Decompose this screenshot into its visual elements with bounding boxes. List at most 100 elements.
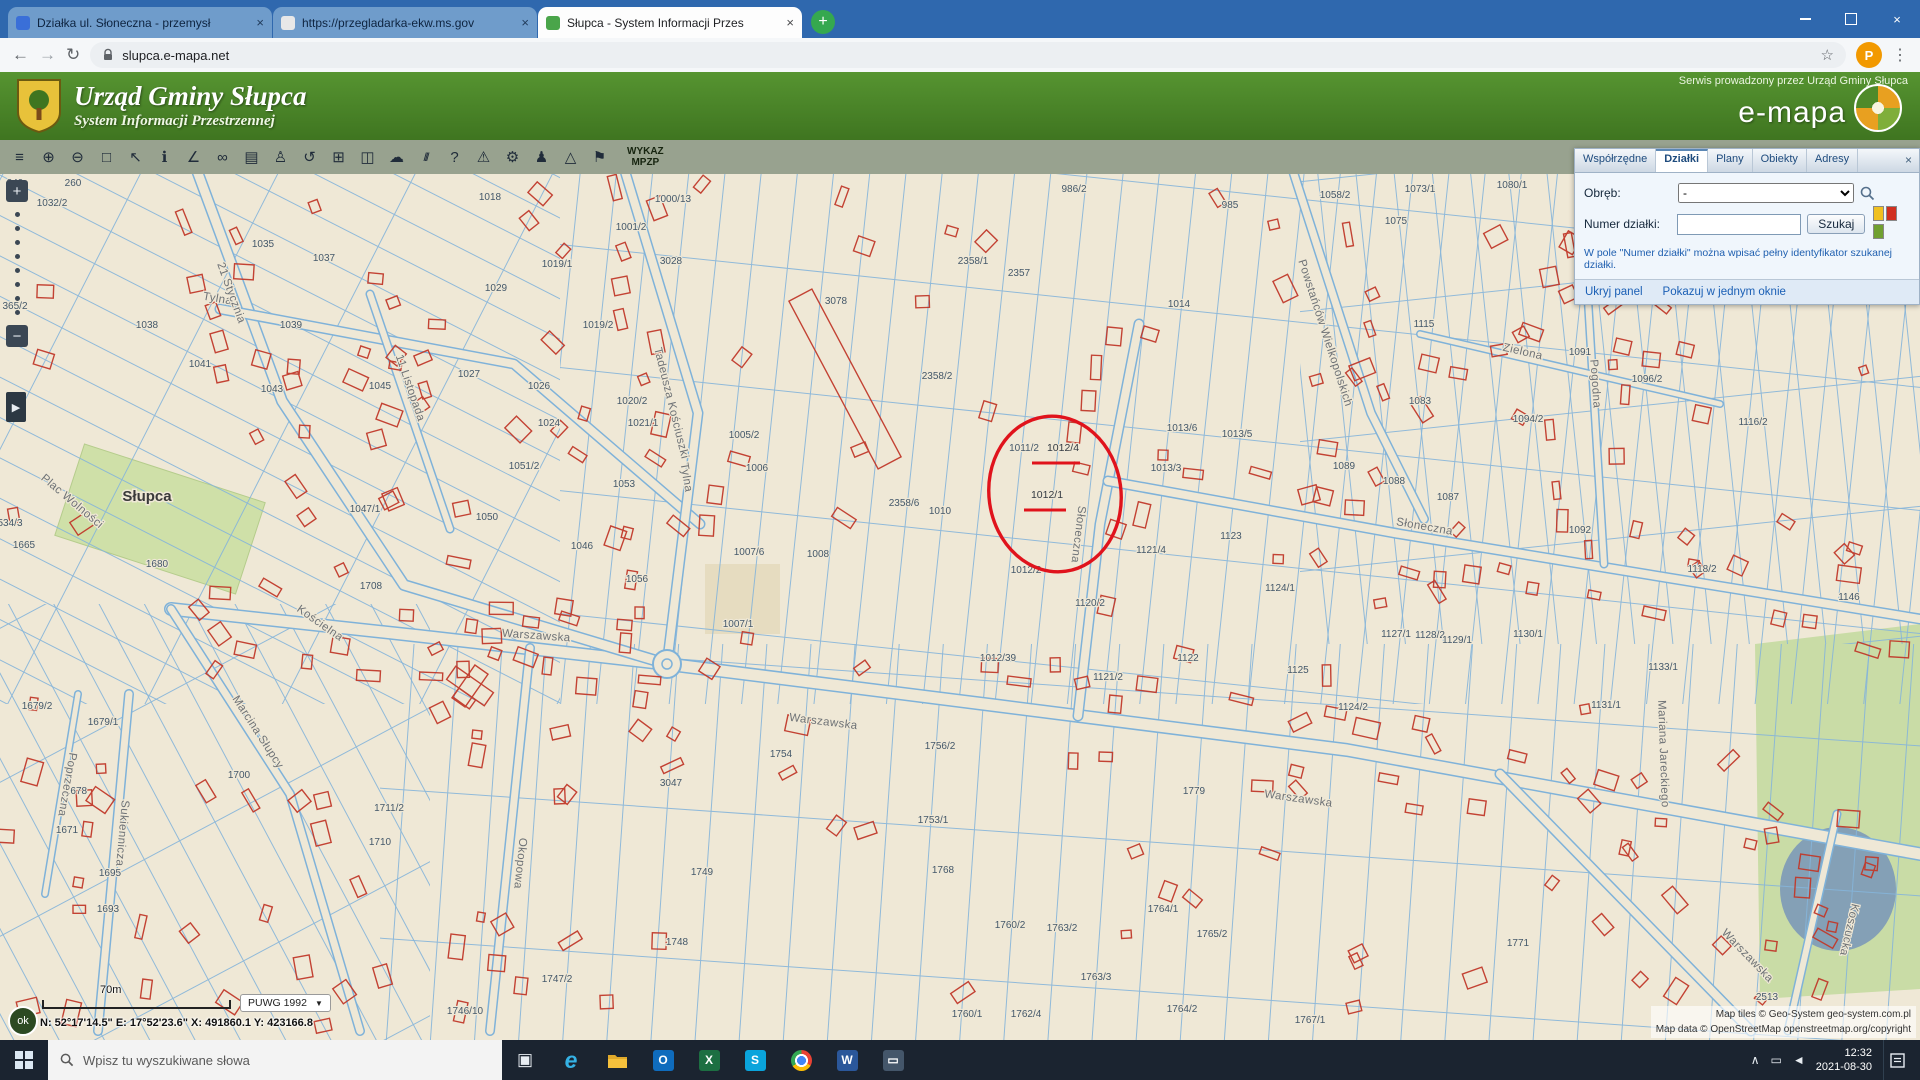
parcel-label: 2357 (1008, 268, 1031, 279)
bookmark-star-icon[interactable]: ☆ (1821, 46, 1834, 64)
zoom-out-icon[interactable]: ⊖ (64, 144, 91, 171)
sidebar-expander[interactable]: ▶ (6, 392, 26, 422)
parcel-label: 1700 (228, 770, 251, 781)
link-icon[interactable]: ∞ (209, 144, 236, 171)
help-icon[interactable]: ? (441, 144, 468, 171)
panel-tab-współrzędne[interactable]: Współrzędne (1575, 149, 1656, 172)
szukaj-button[interactable]: Szukaj (1807, 214, 1865, 234)
wykaz-mpzp-button[interactable]: WYKAZ MPZP (627, 146, 664, 168)
swatch-yellow[interactable] (1873, 206, 1884, 221)
tab-strip: Działka ul. Słoneczna - przemysł×https:/… (0, 0, 1920, 38)
excel-icon[interactable]: X (686, 1040, 732, 1080)
map-zoom-slider[interactable] (15, 206, 20, 321)
parcel-number-input[interactable] (1677, 214, 1801, 235)
panel-tab-plany[interactable]: Plany (1708, 149, 1753, 172)
obreb-select[interactable]: - (1678, 183, 1854, 203)
slope-icon[interactable]: △ (557, 144, 584, 171)
panel-tab-działki[interactable]: Działki (1656, 149, 1708, 172)
map-zoom-out-button[interactable]: − (6, 325, 28, 347)
chrome-ball (791, 1050, 812, 1071)
profile-avatar[interactable]: P (1856, 42, 1882, 68)
ok-badge[interactable]: ok (8, 1006, 38, 1036)
layers-icon[interactable]: ≡ (6, 144, 33, 171)
parcel-label: 1118/2 (1687, 564, 1717, 575)
single-window-link[interactable]: Pokazuj w jednym oknie (1663, 286, 1786, 298)
close-button[interactable]: × (1874, 0, 1920, 38)
info-icon[interactable]: ℹ (151, 144, 178, 171)
parcel-label: 1146 (1838, 592, 1860, 603)
taskbar-apps: ▣e OXS W ▭ (502, 1040, 916, 1080)
zoom-in-icon[interactable]: ⊕ (35, 144, 62, 171)
parcel-label: 3028 (660, 256, 683, 267)
map-zoom-in-button[interactable]: + (6, 180, 28, 202)
parcel-label: 1018 (479, 192, 502, 203)
taskbar-search[interactable]: Wpisz tu wyszukiwane słowa (48, 1040, 502, 1080)
tab-close-icon[interactable]: × (521, 15, 529, 30)
split-view-icon[interactable]: ◫ (354, 144, 381, 171)
panel-close-icon[interactable]: × (1898, 149, 1919, 172)
new-tab-button[interactable]: + (811, 10, 835, 34)
crs-selector[interactable]: PUWG 1992 ▼ (240, 994, 331, 1012)
extent-icon[interactable]: ⊞ (325, 144, 352, 171)
battery-icon[interactable]: ▭ (1770, 1053, 1781, 1067)
previous-view-icon[interactable]: ↺ (296, 144, 323, 171)
pin-icon[interactable]: ⚑ (586, 144, 613, 171)
remote-desktop-icon[interactable]: ▭ (870, 1040, 916, 1080)
restore-button[interactable] (1828, 0, 1874, 38)
browser-tab[interactable]: https://przegladarka-ekw.ms.gov× (273, 7, 537, 38)
parcel-label: 1037 (313, 253, 336, 264)
select-area-icon[interactable]: □ (93, 144, 120, 171)
scale-label: 70m (100, 984, 121, 996)
swatch-green[interactable] (1873, 224, 1884, 239)
parcel-label: 1122 (1177, 653, 1199, 664)
parcel-label: 1094/2 (1513, 414, 1544, 425)
browser-menu-icon[interactable]: ⋮ (1892, 45, 1908, 65)
hide-panel-link[interactable]: Ukryj panel (1585, 286, 1643, 298)
skype-icon[interactable]: S (732, 1040, 778, 1080)
swatch-red[interactable] (1886, 206, 1897, 221)
warning-icon[interactable]: ⚠ (470, 144, 497, 171)
panel-tab-obiekty[interactable]: Obiekty (1753, 149, 1807, 172)
streetview-icon[interactable]: ♙ (267, 144, 294, 171)
notification-center-button[interactable] (1883, 1040, 1910, 1080)
coordinates-readout: N: 52°17'14.5" E: 17°52'23.6" X: 491860.… (40, 1017, 313, 1029)
pointer-icon[interactable]: ↖ (122, 144, 149, 171)
search-icon[interactable] (1860, 186, 1875, 201)
minimize-button[interactable] (1782, 0, 1828, 38)
parcel-label: 1019/2 (583, 320, 614, 331)
tray-chevron-up-icon[interactable]: ∧ (1751, 1053, 1760, 1067)
url-bar[interactable]: slupca.e-mapa.net ☆ (90, 42, 1846, 68)
chrome-icon[interactable] (778, 1040, 824, 1080)
start-button[interactable] (0, 1040, 48, 1080)
parcel-label: 1693 (97, 904, 120, 915)
reload-icon[interactable]: ↻ (66, 45, 80, 65)
users-icon[interactable]: ♟ (528, 144, 555, 171)
panel-tab-adresy[interactable]: Adresy (1807, 149, 1858, 172)
parcel-label: 1115 (1414, 319, 1435, 330)
parcel-label: 1128/2 (1415, 630, 1445, 641)
edge-icon[interactable]: e (548, 1040, 594, 1080)
tab-close-icon[interactable]: × (256, 15, 264, 30)
hatch-icon[interactable]: /// (412, 144, 439, 171)
notification-icon (1890, 1053, 1905, 1068)
volume-icon[interactable]: ◄ (1793, 1053, 1805, 1067)
taskbar-clock[interactable]: 12:32 2021-08-30 (1816, 1046, 1872, 1075)
parcel-label: 1121/4 (1136, 545, 1166, 556)
print-icon[interactable]: ▤ (238, 144, 265, 171)
word-icon[interactable]: W (824, 1040, 870, 1080)
parcel-label: 1007/6 (734, 547, 765, 558)
settings-icon[interactable]: ⚙ (499, 144, 526, 171)
tab-favicon (281, 16, 295, 30)
outlook-icon[interactable]: O (640, 1040, 686, 1080)
cloud-icon[interactable]: ☁ (383, 144, 410, 171)
tab-close-icon[interactable]: × (786, 15, 794, 30)
parcel-label: 1047/1 (350, 504, 381, 515)
file-explorer-icon[interactable] (594, 1040, 640, 1080)
measure-icon[interactable]: ∠ (180, 144, 207, 171)
remote-desktop-icon-badge: ▭ (883, 1050, 904, 1071)
forward-icon[interactable]: → (39, 45, 56, 65)
task-view-icon[interactable]: ▣ (502, 1040, 548, 1080)
browser-tab[interactable]: Działka ul. Słoneczna - przemysł× (8, 7, 272, 38)
back-icon[interactable]: ← (12, 45, 29, 65)
browser-tab[interactable]: Słupca - System Informacji Przes× (538, 7, 802, 38)
